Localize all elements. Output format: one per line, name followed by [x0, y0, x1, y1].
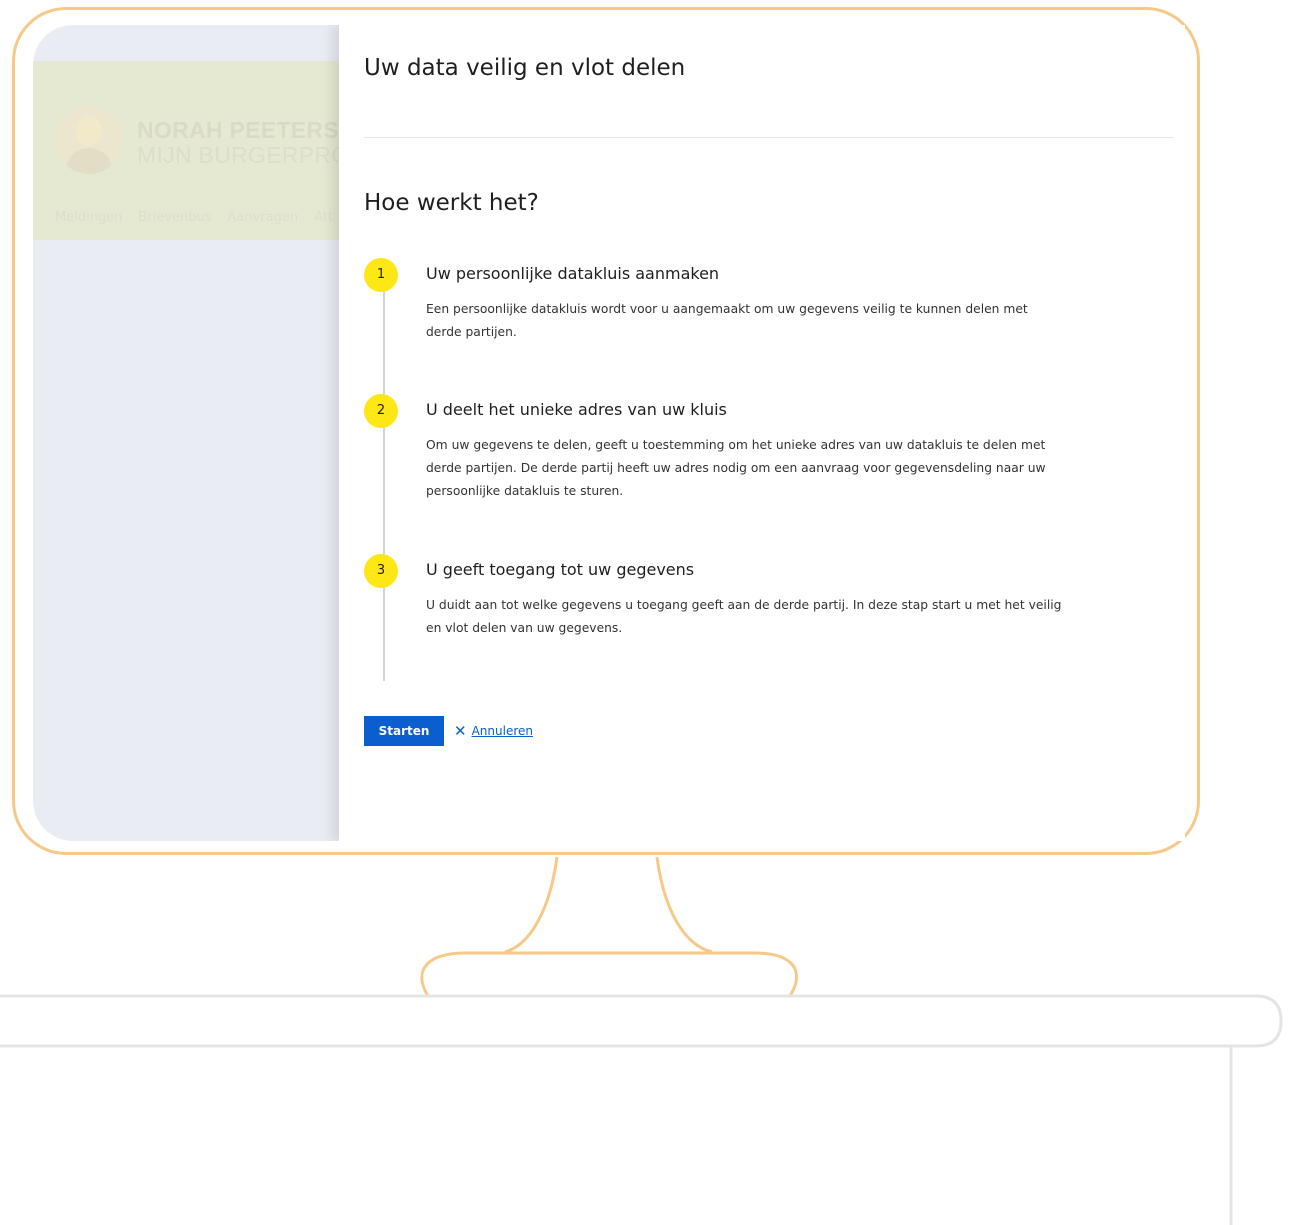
step-title: U geeft toegang tot uw gegevens [426, 560, 695, 579]
start-button[interactable]: Starten [364, 716, 444, 746]
step-number-badge: 2 [364, 394, 398, 428]
screen: NORAH PEETERS MIJN BURGERPROF Meldingen … [33, 25, 1185, 841]
divider [364, 137, 1174, 138]
timeline-line [383, 272, 385, 681]
avatar [55, 106, 123, 174]
close-icon: ✕ [454, 721, 467, 740]
background-nav-item-meldingen: Meldingen [55, 210, 123, 225]
cancel-label: Annuleren [471, 724, 533, 738]
background-nav: Meldingen Brievenbus Aanvragen Att [55, 210, 333, 225]
background-nav-item-brievenbus: Brievenbus [138, 210, 212, 225]
section-title: Hoe werkt het? [364, 190, 539, 216]
step-title: Uw persoonlijke datakluis aanmaken [426, 264, 720, 283]
background-profile-label: MIJN BURGERPROF [137, 142, 364, 168]
background-page: NORAH PEETERS MIJN BURGERPROF Meldingen … [33, 25, 364, 841]
background-user-name: NORAH PEETERS [137, 117, 339, 143]
modal-actions: Starten ✕ Annuleren [364, 716, 533, 746]
step-title: U deelt het unieke adres van uw kluis [426, 400, 727, 419]
modal-title: Uw data veilig en vlot delen [364, 55, 686, 81]
step-description: Om uw gegevens te delen, geeft u toestem… [426, 438, 1046, 498]
step-number-badge: 3 [364, 554, 398, 588]
step-description: Een persoonlijke datakluis wordt voor u … [426, 302, 1028, 339]
cancel-link[interactable]: ✕ Annuleren [454, 721, 533, 740]
step-number-badge: 1 [364, 258, 398, 292]
step-description: U duidt aan tot welke gegevens u toegang… [426, 598, 1062, 635]
background-nav-item-attesten: Att [314, 210, 333, 225]
data-sharing-modal: Uw data veilig en vlot delen Hoe werkt h… [339, 25, 1185, 841]
background-nav-item-aanvragen: Aanvragen [227, 210, 299, 225]
